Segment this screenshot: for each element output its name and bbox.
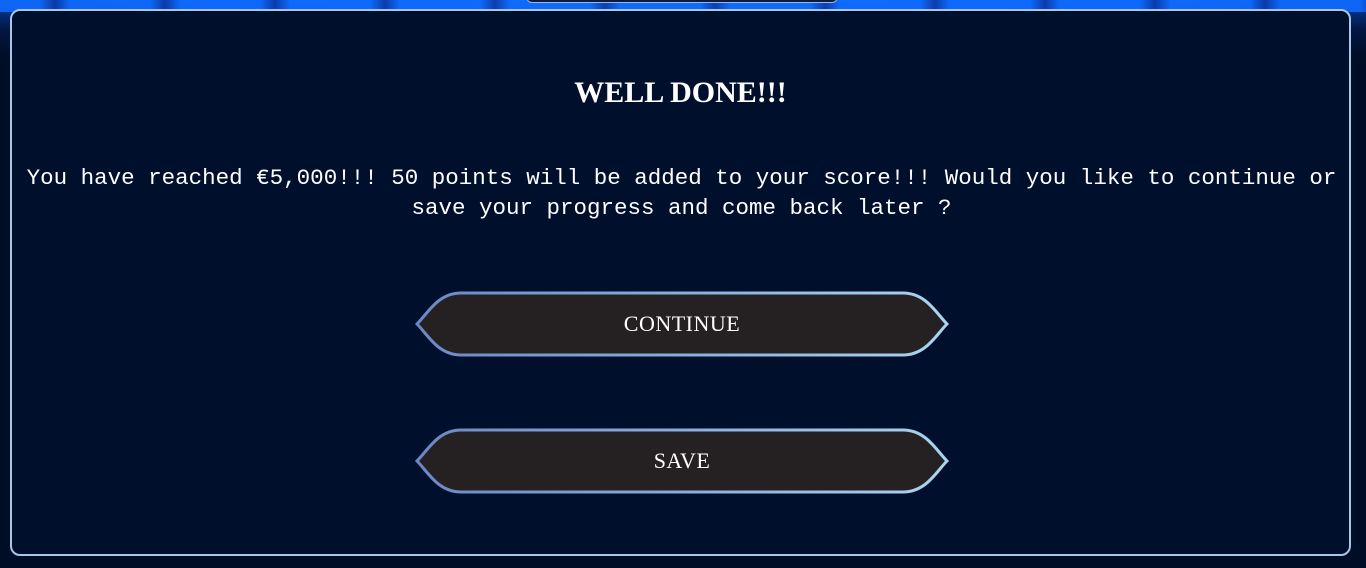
dialog-title: WELL DONE!!! [574, 76, 787, 109]
top-tab [526, 0, 838, 3]
dialog-message: You have reached €5,000!!! 50 points wil… [26, 165, 1337, 221]
save-button[interactable]: SAVE [383, 428, 981, 494]
continue-button[interactable]: CONTINUE [383, 291, 981, 357]
save-button-label: SAVE [653, 448, 711, 473]
continue-button-label: CONTINUE [623, 311, 741, 336]
